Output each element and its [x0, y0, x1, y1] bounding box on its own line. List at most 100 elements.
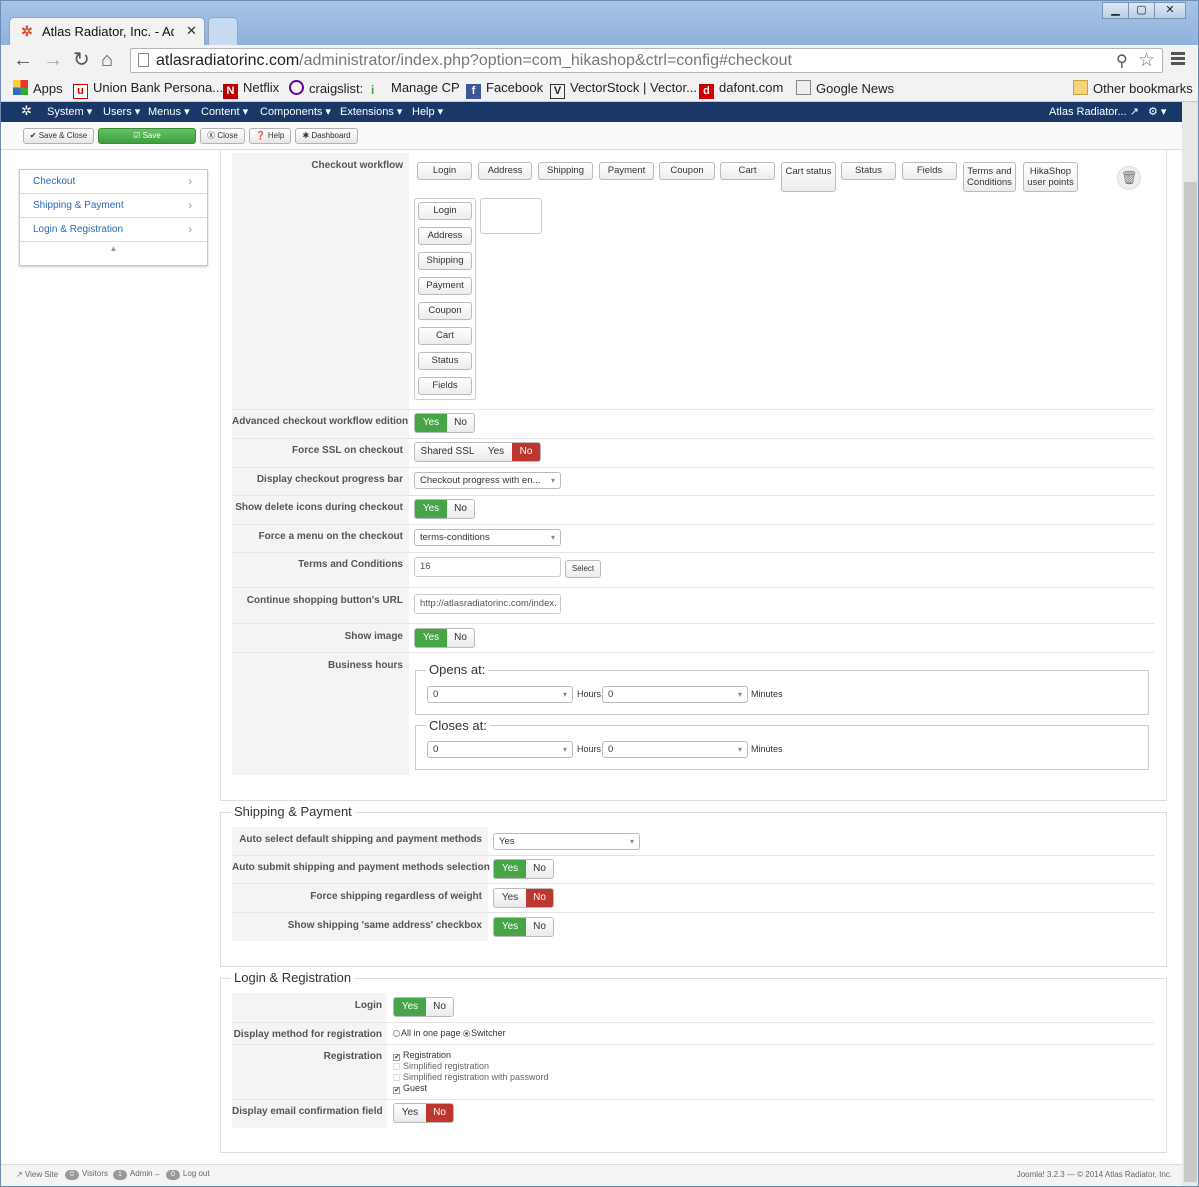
workflow-step-payment[interactable]: Payment: [418, 277, 472, 295]
radio-all-in-one[interactable]: [393, 1030, 400, 1037]
reload-icon[interactable]: ↻: [73, 49, 90, 71]
vertical-scrollbar[interactable]: [1182, 102, 1198, 1186]
auto-submit-toggle[interactable]: Yes No: [493, 859, 554, 879]
reg-option-guest[interactable]: ✔ Guest: [393, 1083, 427, 1094]
opens-minutes-select[interactable]: 0: [602, 686, 748, 703]
close-button[interactable]: Ⓧ Close: [200, 128, 245, 144]
reg-option-registration[interactable]: ✔ Registration: [393, 1050, 451, 1061]
workflow-palette-coupon[interactable]: Coupon: [659, 162, 715, 180]
trash-icon[interactable]: 🗑: [1117, 166, 1141, 190]
same-address-toggle[interactable]: Yes No: [493, 917, 554, 937]
workflow-palette-cart-status[interactable]: Cart status: [781, 162, 836, 192]
login-toggle[interactable]: Yes No: [393, 997, 454, 1017]
workflow-step-fields[interactable]: Fields: [418, 377, 472, 395]
menu-components[interactable]: Components ▾: [260, 105, 331, 118]
advanced-workflow-toggle[interactable]: Yes No: [414, 413, 475, 433]
continue-url-input[interactable]: http://atlasradiatorinc.com/index.: [414, 594, 561, 614]
force-shipping-toggle[interactable]: Yes No: [493, 888, 554, 908]
reg-option-simplified-password[interactable]: Simplified registration with password: [393, 1072, 549, 1082]
workflow-palette-payment[interactable]: Payment: [599, 162, 654, 180]
workflow-step-login[interactable]: Login: [418, 202, 472, 220]
email-confirm-toggle[interactable]: Yes No: [393, 1103, 454, 1123]
workflow-palette-cart[interactable]: Cart: [720, 162, 775, 180]
closes-minutes-select[interactable]: 0: [602, 741, 748, 758]
workflow-empty-column[interactable]: [480, 198, 542, 234]
workflow-palette-shipping[interactable]: Shipping: [538, 162, 593, 180]
workflow-palette-fields[interactable]: Fields: [902, 162, 957, 180]
menu-help[interactable]: Help ▾: [412, 105, 443, 118]
sidebar-item-login-registration[interactable]: Login & Registration ›: [20, 218, 207, 242]
save-close-button[interactable]: ✔ Save & Close: [23, 128, 94, 144]
bookmark-google-news[interactable]: Google News: [796, 80, 894, 96]
opens-hours-select[interactable]: 0: [427, 686, 573, 703]
menu-extensions[interactable]: Extensions ▾: [340, 105, 402, 118]
close-tab-icon[interactable]: ✕: [186, 23, 197, 39]
bookmark-apps[interactable]: Apps: [13, 80, 63, 96]
other-bookmarks[interactable]: Other bookmarks: [1073, 80, 1193, 96]
workflow-step-address[interactable]: Address: [418, 227, 472, 245]
auto-select-select[interactable]: Yes: [493, 833, 640, 850]
bookmark-craigslist[interactable]: craigslist:: [289, 80, 363, 96]
dashboard-button[interactable]: ✱ Dashboard: [295, 128, 358, 144]
scrollbar-thumb[interactable]: [1184, 182, 1197, 1182]
bookmark-vectorstock[interactable]: V VectorStock | Vector...: [550, 80, 697, 99]
forward-arrow-icon[interactable]: →: [43, 49, 63, 71]
sidebar-item-checkout[interactable]: Checkout ›: [20, 170, 207, 194]
logout-link[interactable]: 0 Log out: [166, 1169, 210, 1180]
workflow-step-shipping[interactable]: Shipping: [418, 252, 472, 270]
terms-select-button[interactable]: Select: [565, 560, 601, 578]
workflow-step-status[interactable]: Status: [418, 352, 472, 370]
workflow-palette-address[interactable]: Address: [478, 162, 532, 180]
bookmark-manage-cp[interactable]: i Manage CP: [371, 80, 460, 98]
workflow-palette-status[interactable]: Status: [841, 162, 896, 180]
show-image-toggle[interactable]: Yes No: [414, 628, 475, 648]
new-tab-button[interactable]: [208, 17, 238, 45]
display-method-radios[interactable]: All in one page Switcher: [393, 1028, 506, 1038]
terms-input[interactable]: 16: [414, 557, 561, 577]
divider: [232, 495, 1154, 496]
home-icon[interactable]: ⌂: [101, 49, 113, 71]
closes-hours-select[interactable]: 0: [427, 741, 573, 758]
close-window-button[interactable]: ✕: [1154, 2, 1186, 19]
admin-toolbar: ✔ Save & Close ☑ Save Ⓧ Close ❓ Help ✱ D…: [1, 122, 1182, 150]
delete-icons-toggle[interactable]: Yes No: [414, 499, 475, 519]
checkbox-checked-icon[interactable]: ✔: [393, 1054, 400, 1061]
sidebar-item-shipping-payment[interactable]: Shipping & Payment ›: [20, 194, 207, 218]
gear-icon[interactable]: ⚙ ▾: [1148, 105, 1166, 118]
bookmark-facebook[interactable]: f Facebook: [466, 80, 543, 99]
browser-tab-active[interactable]: ✲ Atlas Radiator, Inc. - Admi ✕: [9, 17, 205, 45]
bookmark-star-icon[interactable]: ☆: [1138, 49, 1155, 72]
maximize-window-button[interactable]: ▢: [1128, 2, 1155, 19]
force-ssl-toggle[interactable]: Shared SSL Yes No: [414, 442, 541, 462]
progress-bar-select[interactable]: Checkout progress with en...: [414, 472, 561, 489]
workflow-palette-terms[interactable]: Terms and Conditions: [963, 162, 1016, 192]
reg-option-simplified[interactable]: Simplified registration: [393, 1061, 489, 1071]
back-arrow-icon[interactable]: ←: [13, 49, 33, 71]
sidebar-collapse-icon[interactable]: ▲: [20, 242, 207, 253]
force-menu-select[interactable]: terms-conditions: [414, 529, 561, 546]
menu-content[interactable]: Content ▾: [201, 105, 248, 118]
workflow-step-coupon[interactable]: Coupon: [418, 302, 472, 320]
bookmark-netflix[interactable]: N Netflix: [223, 80, 279, 99]
workflow-palette-login[interactable]: Login: [417, 162, 472, 180]
menu-system[interactable]: System ▾: [47, 105, 92, 118]
site-name-link[interactable]: Atlas Radiator... ↗: [1049, 105, 1139, 118]
help-button[interactable]: ❓ Help: [249, 128, 291, 144]
minutes-label: Minutes: [751, 744, 783, 754]
search-icon[interactable]: ⚲: [1116, 51, 1128, 71]
bookmark-union-bank[interactable]: u Union Bank Persona...: [73, 80, 223, 99]
view-site-link[interactable]: ↗ View Site: [16, 1170, 58, 1179]
menu-menus[interactable]: Menus ▾: [148, 105, 190, 118]
address-bar[interactable]: atlasradiatorinc.com/administrator/index…: [130, 48, 1163, 73]
joomla-logo-icon[interactable]: ✲: [21, 103, 32, 119]
minimize-window-button[interactable]: ▁: [1102, 2, 1129, 19]
checkbox-checked-icon[interactable]: ✔: [393, 1087, 400, 1094]
save-button[interactable]: ☑ Save: [98, 128, 196, 144]
bookmark-dafont[interactable]: d dafont.com: [699, 80, 783, 99]
menu-users[interactable]: Users ▾: [103, 105, 140, 118]
workflow-step-cart[interactable]: Cart: [418, 327, 472, 345]
checkout-workflow-label: Checkout workflow: [311, 160, 403, 171]
workflow-palette-user-points[interactable]: HikaShop user points: [1023, 162, 1078, 192]
radio-switcher[interactable]: [463, 1030, 471, 1037]
browser-menu-icon[interactable]: [1171, 52, 1185, 67]
